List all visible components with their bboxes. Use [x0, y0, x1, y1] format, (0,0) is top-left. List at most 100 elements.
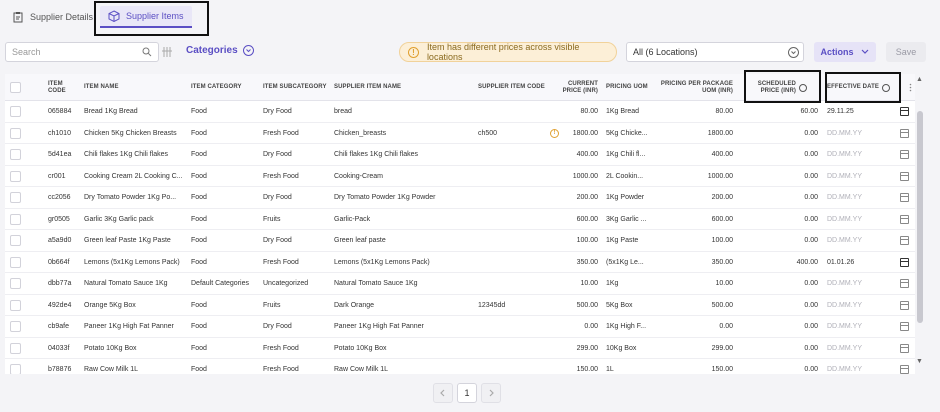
row-checkbox[interactable]	[10, 278, 21, 290]
cell-effective-date[interactable]: DD.MM.YY	[827, 359, 887, 374]
calendar-icon[interactable]	[900, 322, 909, 332]
cell-scheduled-price[interactable]: 0.00	[750, 209, 818, 231]
info-icon[interactable]	[881, 83, 890, 92]
table-row[interactable]: 065884 Bread 1Kg Bread Food Dry Food bread 80…	[5, 101, 915, 123]
cell-current-price: 600.00	[576, 215, 598, 223]
page-number-button[interactable]: 1	[457, 383, 477, 403]
cell-effective-date[interactable]: DD.MM.YY	[827, 316, 887, 338]
row-checkbox[interactable]	[10, 106, 21, 118]
header-pricing-per-package[interactable]: PRICING PER PACKAGE UOM (INR)	[650, 74, 733, 101]
row-checkbox[interactable]	[10, 213, 21, 225]
row-checkbox[interactable]	[10, 321, 21, 333]
select-all-checkbox[interactable]	[10, 82, 21, 93]
save-button[interactable]: Save	[886, 42, 926, 62]
row-checkbox[interactable]	[10, 127, 21, 139]
chevron-right-icon[interactable]	[481, 383, 501, 403]
cell-subcategory: Dry Food	[263, 237, 292, 245]
header-scheduled-price[interactable]: SCHEDULED PRICE (INR)	[750, 74, 807, 101]
header-item-name[interactable]: ITEM NAME	[84, 74, 184, 101]
info-icon[interactable]	[799, 83, 807, 92]
calendar-icon[interactable]	[900, 257, 909, 267]
row-checkbox[interactable]	[10, 342, 21, 354]
calendar-icon[interactable]	[900, 128, 909, 138]
cell-effective-date[interactable]: 01.01.26	[827, 252, 887, 274]
cell-scheduled-price[interactable]: 0.00	[750, 273, 818, 295]
table-row[interactable]: 04033f Potato 10Kg Box Food Fresh Food Potat…	[5, 338, 915, 360]
row-checkbox[interactable]	[10, 256, 21, 268]
scroll-down-arrow[interactable]: ▼	[916, 358, 923, 365]
row-checkbox[interactable]	[10, 235, 21, 247]
calendar-icon[interactable]	[900, 343, 909, 353]
cell-scheduled-price[interactable]: 0.00	[750, 359, 818, 374]
cell-effective-date[interactable]: DD.MM.YY	[827, 187, 887, 209]
table-row[interactable]: gr0505 Garlic 3Kg Garlic pack Food Fruits Ga…	[5, 209, 915, 231]
cell-scheduled-price[interactable]: 0.00	[750, 123, 818, 145]
table-row[interactable]: 0b664f Lemons (5x1Kg Lemons Pack) Food Fres…	[5, 252, 915, 274]
actions-button[interactable]: Actions	[814, 42, 876, 62]
cell-supplier-name: Chili flakes 1Kg Chili flakes	[334, 151, 419, 159]
cell-scheduled-price[interactable]: 0.00	[750, 230, 818, 252]
cell-effective-date[interactable]: DD.MM.YY	[827, 273, 887, 295]
calendar-icon[interactable]	[900, 365, 909, 374]
table-row[interactable]: cb9afe Paneer 1Kg High Fat Panner Food Dry …	[5, 316, 915, 338]
columns-icon[interactable]	[162, 46, 172, 58]
row-checkbox[interactable]	[10, 364, 21, 374]
table-row[interactable]: cc2056 Dry Tomato Powder 1Kg Po... Food Dry…	[5, 187, 915, 209]
warning-icon[interactable]: !	[550, 128, 559, 138]
cell-scheduled-price[interactable]: 400.00	[750, 252, 818, 274]
cell-scheduled-price[interactable]: 0.00	[750, 338, 818, 360]
tab-supplier-items[interactable]: Supplier Items	[100, 6, 192, 28]
table-row[interactable]: dbb77a Natural Tomato Sauce 1Kg Default Ca…	[5, 273, 915, 295]
cell-scheduled-price[interactable]: 0.00	[750, 316, 818, 338]
table-row[interactable]: cr001 Cooking Cream 2L Cooking C... Food Fr…	[5, 166, 915, 188]
cell-effective-date[interactable]: DD.MM.YY	[827, 295, 887, 317]
categories-dropdown[interactable]: Categories	[186, 45, 254, 56]
header-item-subcategory[interactable]: ITEM SUBCATEGORY	[263, 74, 331, 101]
cell-scheduled-price[interactable]: 0.00	[750, 144, 818, 166]
calendar-icon[interactable]	[900, 236, 909, 246]
search-icon[interactable]	[142, 47, 152, 57]
chevron-left-icon[interactable]	[433, 383, 453, 403]
cell-effective-date[interactable]: DD.MM.YY	[827, 230, 887, 252]
header-effective-date[interactable]: EFFECTIVE DATE	[827, 74, 897, 101]
row-checkbox[interactable]	[10, 299, 21, 311]
calendar-icon[interactable]	[900, 279, 909, 289]
cell-effective-date[interactable]: DD.MM.YY	[827, 209, 887, 231]
header-supplier-item-code[interactable]: SUPPLIER ITEM CODE	[478, 74, 546, 101]
calendar-icon[interactable]	[900, 214, 909, 224]
cell-effective-date[interactable]: DD.MM.YY	[827, 144, 887, 166]
header-item-category[interactable]: ITEM CATEGORY	[191, 74, 256, 101]
header-item-code[interactable]: ITEM CODE	[48, 74, 80, 101]
scrollbar-thumb[interactable]	[917, 111, 923, 323]
scroll-up-arrow[interactable]: ▲	[916, 76, 923, 83]
table-row[interactable]: ch1010 Chicken 5Kg Chicken Breasts Food Fre…	[5, 123, 915, 145]
table-row[interactable]: 5d41ea Chili flakes 1Kg Chili flakes Food D…	[5, 144, 915, 166]
cell-effective-date[interactable]: 29.11.25	[827, 101, 887, 123]
calendar-icon[interactable]	[900, 171, 909, 181]
header-supplier-item-name[interactable]: SUPPLIER ITEM NAME	[334, 74, 454, 101]
cell-effective-date[interactable]: DD.MM.YY	[827, 123, 887, 145]
warning-icon: !	[408, 46, 419, 58]
row-checkbox[interactable]	[10, 192, 21, 204]
header-current-price[interactable]: CURRENT PRICE (INR)	[548, 74, 598, 101]
row-checkbox[interactable]	[10, 149, 21, 161]
calendar-icon[interactable]	[900, 107, 909, 117]
location-select[interactable]: All (6 Locations)	[626, 42, 804, 62]
table-row[interactable]: b78876 Raw Cow Milk 1L Food Fresh Food Raw C…	[5, 359, 915, 374]
cell-scheduled-price[interactable]: 60.00	[750, 101, 818, 123]
calendar-icon[interactable]	[900, 300, 909, 310]
table-row[interactable]: 492de4 Orange 5Kg Box Food Fruits Dark Orang…	[5, 295, 915, 317]
header-pricing-uom[interactable]: PRICING UOM	[606, 74, 656, 101]
cell-effective-date[interactable]: DD.MM.YY	[827, 338, 887, 360]
calendar-icon[interactable]	[900, 193, 909, 203]
search-input[interactable]	[12, 47, 142, 57]
cell-scheduled-price[interactable]: 0.00	[750, 295, 818, 317]
cell-scheduled-price[interactable]: 0.00	[750, 166, 818, 188]
calendar-icon[interactable]	[900, 150, 909, 160]
row-checkbox[interactable]	[10, 170, 21, 182]
table-row[interactable]: a5a9d0 Green leaf Paste 1Kg Paste Food Dry …	[5, 230, 915, 252]
cell-effective-date[interactable]: DD.MM.YY	[827, 166, 887, 188]
column-menu-icon[interactable]	[909, 74, 913, 101]
tab-supplier-details[interactable]: Supplier Details	[12, 6, 93, 28]
cell-scheduled-price[interactable]: 0.00	[750, 187, 818, 209]
